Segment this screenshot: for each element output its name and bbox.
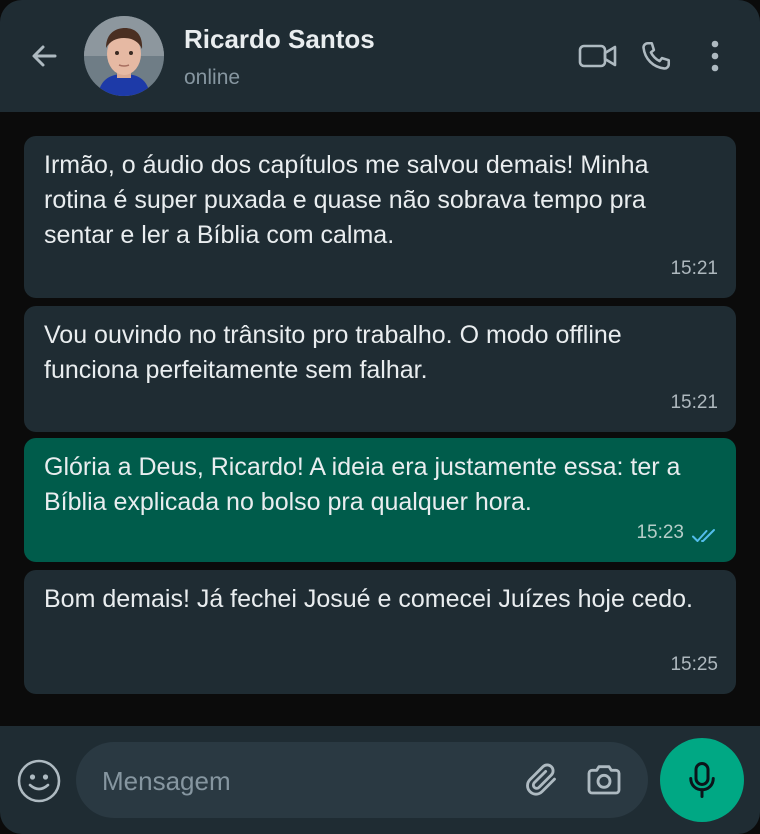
phone-call-icon: [642, 41, 671, 70]
contact-status: online: [184, 66, 241, 89]
emoji-icon: [17, 759, 61, 803]
double-check-read-icon: [692, 529, 715, 542]
message-text: Irmão, o áudio dos capítulos me salvou d…: [44, 151, 649, 249]
message-list[interactable]: Irmão, o áudio dos capítulos me salvou d…: [0, 112, 760, 726]
video-call-button[interactable]: [574, 36, 622, 76]
message-incoming[interactable]: Irmão, o áudio dos capítulos me salvou d…: [24, 136, 736, 298]
chat-header: Ricardo Santos online: [0, 0, 760, 112]
avatar[interactable]: [84, 16, 164, 96]
phone-call-button[interactable]: [634, 36, 678, 76]
more-vertical-icon: [711, 40, 719, 72]
message-input-container: [76, 742, 648, 818]
message-time: 15:25: [670, 654, 718, 675]
attach-button[interactable]: [522, 760, 562, 800]
mic-button[interactable]: [660, 738, 744, 822]
more-options-button[interactable]: [700, 36, 730, 76]
message-input[interactable]: [100, 760, 504, 802]
message-time: 15:21: [670, 258, 718, 279]
video-call-icon: [578, 44, 617, 68]
message-time: 15:21: [670, 392, 718, 413]
chat-screen: Ricardo Santos online Irmão, o áudio dos…: [0, 0, 760, 834]
message-time: 15:23: [636, 522, 684, 543]
back-button[interactable]: [22, 36, 66, 76]
camera-icon: [587, 765, 621, 795]
avatar-image: [84, 16, 164, 96]
message-text: Bom demais! Já fechei Josué e comecei Ju…: [44, 585, 693, 613]
contact-name[interactable]: Ricardo Santos: [184, 24, 375, 55]
message-text: Vou ouvindo no trânsito pro trabalho. O …: [44, 321, 622, 384]
message-text: Glória a Deus, Ricardo! A ideia era just…: [44, 453, 681, 516]
emoji-button[interactable]: [16, 758, 62, 804]
message-incoming[interactable]: Bom demais! Já fechei Josué e comecei Ju…: [24, 570, 736, 694]
mic-icon: [689, 762, 715, 798]
attach-icon: [526, 763, 556, 796]
back-arrow-icon: [32, 45, 57, 67]
message-incoming[interactable]: Vou ouvindo no trânsito pro trabalho. O …: [24, 306, 736, 432]
camera-button[interactable]: [584, 760, 624, 800]
message-composer: [0, 726, 760, 834]
message-outgoing[interactable]: Glória a Deus, Ricardo! A ideia era just…: [24, 438, 736, 562]
